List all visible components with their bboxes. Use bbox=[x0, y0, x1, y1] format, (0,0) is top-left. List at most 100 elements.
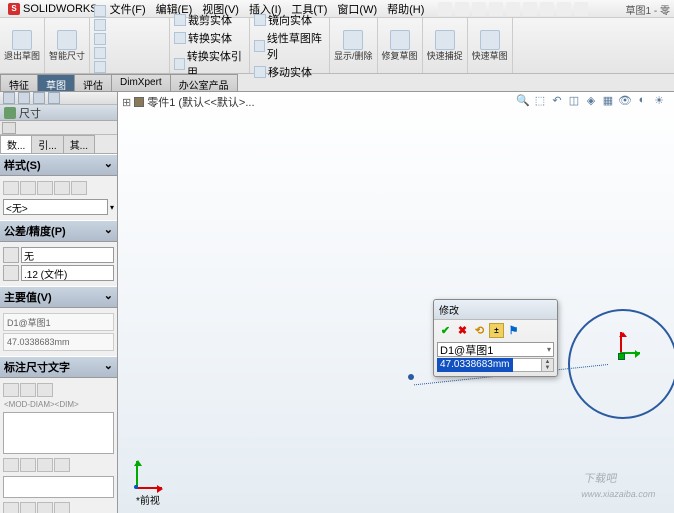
align-btn-1[interactable] bbox=[3, 383, 19, 397]
dim-value-field[interactable]: 47.0338683mm bbox=[3, 333, 114, 351]
pm-config-icon[interactable] bbox=[33, 92, 45, 104]
trim-tool[interactable]: 裁剪实体 bbox=[174, 12, 245, 28]
dropdown-icon[interactable]: ▾ bbox=[547, 345, 551, 354]
circle-tool[interactable] bbox=[94, 33, 165, 45]
prev-view-icon[interactable]: ↶ bbox=[550, 94, 564, 108]
style-btn-1[interactable] bbox=[3, 181, 19, 195]
qa-select-icon[interactable] bbox=[540, 2, 554, 16]
sym-3[interactable] bbox=[37, 458, 53, 472]
align-btn-2[interactable] bbox=[20, 383, 36, 397]
tab-office[interactable]: 办公室产品 bbox=[170, 74, 238, 91]
rect-tool[interactable] bbox=[94, 19, 165, 31]
qa-options-icon[interactable] bbox=[574, 2, 588, 16]
section-view-icon[interactable]: ◫ bbox=[567, 94, 581, 108]
origin-point[interactable] bbox=[618, 353, 625, 360]
section-primary-header[interactable]: 主要值(V)⌄ bbox=[0, 286, 117, 308]
spin-down-icon[interactable]: ▼ bbox=[542, 365, 553, 371]
pm-ok-icon[interactable] bbox=[2, 122, 16, 134]
zoom-area-icon[interactable]: ⬚ bbox=[533, 94, 547, 108]
fmt-4[interactable] bbox=[54, 502, 70, 513]
sym-1[interactable] bbox=[3, 458, 19, 472]
section-tolerance-header[interactable]: 公差/精度(P)⌄ bbox=[0, 220, 117, 242]
graphics-area[interactable]: ⊞ 零件1 (默认<<默认>... 🔍 ⬚ ↶ ◫ ◈ ▦ 👁 ◐ ☀ bbox=[118, 92, 674, 513]
style-btn-5[interactable] bbox=[71, 181, 87, 195]
qa-save-icon[interactable] bbox=[472, 2, 486, 16]
ribbon-exit-sketch[interactable]: 退出草图 bbox=[0, 18, 45, 73]
dimtext-textarea-2[interactable] bbox=[3, 476, 114, 498]
arc-tool[interactable] bbox=[94, 47, 165, 59]
menu-help[interactable]: 帮助(H) bbox=[383, 0, 428, 19]
qa-open-icon[interactable] bbox=[455, 2, 469, 16]
rebuild-button[interactable]: ⟲ bbox=[472, 323, 487, 338]
convert-label: 转换实体 bbox=[188, 30, 232, 46]
qa-print-icon[interactable] bbox=[489, 2, 503, 16]
pm-dim-icon[interactable] bbox=[48, 92, 60, 104]
ribbon-quick-snap[interactable]: 快速捕捉 bbox=[423, 18, 468, 73]
style-btn-4[interactable] bbox=[54, 181, 70, 195]
spline-tool[interactable] bbox=[94, 61, 165, 73]
appearance-icon[interactable]: ◐ bbox=[635, 94, 649, 108]
view-orient-icon[interactable]: ◈ bbox=[584, 94, 598, 108]
modify-title[interactable]: 修改 bbox=[434, 300, 557, 320]
qa-new-icon[interactable] bbox=[438, 2, 452, 16]
tab-sketch[interactable]: 草图 bbox=[37, 74, 75, 91]
ribbon-repair-sketch[interactable]: 修复草图 bbox=[378, 18, 423, 73]
cancel-button[interactable]: ✖ bbox=[455, 323, 470, 338]
view-label: *前视 bbox=[136, 492, 160, 507]
style-btn-3[interactable] bbox=[37, 181, 53, 195]
sym-4[interactable] bbox=[54, 458, 70, 472]
style-btn-2[interactable] bbox=[20, 181, 36, 195]
modify-value-field[interactable]: 47.0338683mm ▲▼ bbox=[437, 358, 554, 372]
subtab-leaders[interactable]: 引... bbox=[31, 135, 63, 153]
align-btn-3[interactable] bbox=[37, 383, 53, 397]
chevron-down-icon: ⌄ bbox=[104, 359, 113, 375]
linear-pattern-tool[interactable]: 线性草图阵列 bbox=[254, 30, 325, 62]
mark-button[interactable]: ⚑ bbox=[506, 323, 521, 338]
ok-button[interactable]: ✔ bbox=[438, 323, 453, 338]
scene-icon[interactable]: ☀ bbox=[652, 94, 666, 108]
qa-undo-icon[interactable] bbox=[506, 2, 520, 16]
subtab-other[interactable]: 其... bbox=[63, 135, 95, 153]
dim-name-field[interactable]: D1@草图1 bbox=[3, 313, 114, 331]
ribbon-rapid-sketch[interactable]: 快速草图 bbox=[468, 18, 513, 73]
line-tool[interactable] bbox=[94, 5, 165, 17]
section-dimtext-header[interactable]: 标注尺寸文字⌄ bbox=[0, 356, 117, 378]
fmt-1[interactable] bbox=[3, 502, 19, 513]
pm-prop-icon[interactable] bbox=[18, 92, 30, 104]
mirror-tool[interactable]: 镜向实体 bbox=[254, 12, 325, 28]
fmt-3[interactable] bbox=[37, 502, 53, 513]
modify-name-field[interactable]: D1@草图1 ▾ bbox=[437, 342, 554, 357]
ribbon-display-delete[interactable]: 显示/删除 bbox=[330, 18, 378, 73]
pm-tree-icon[interactable] bbox=[3, 92, 15, 104]
dimtext-textarea[interactable] bbox=[3, 412, 114, 454]
qa-rebuild-icon[interactable] bbox=[557, 2, 571, 16]
modify-dialog[interactable]: 修改 ✔ ✖ ⟲ ± ⚑ D1@草图1 ▾ 47.0338683mm ▲▼ bbox=[433, 299, 558, 377]
ribbon-smart-dimension[interactable]: 智能尺寸 bbox=[45, 18, 90, 73]
sym-2[interactable] bbox=[20, 458, 36, 472]
zoom-fit-icon[interactable]: 🔍 bbox=[516, 94, 530, 108]
quick-access-toolbar bbox=[438, 2, 588, 16]
tab-dimxpert[interactable]: DimXpert bbox=[111, 74, 171, 91]
reverse-button[interactable]: ± bbox=[489, 323, 504, 338]
tab-evaluate[interactable]: 评估 bbox=[74, 74, 112, 91]
qa-redo-icon[interactable] bbox=[523, 2, 537, 16]
move-tool[interactable]: 移动实体 bbox=[254, 64, 325, 80]
hide-show-icon[interactable]: 👁 bbox=[618, 94, 632, 108]
breadcrumb-text[interactable]: 零件1 (默认<<默认>... bbox=[147, 94, 254, 110]
dim-handle-left[interactable] bbox=[408, 374, 414, 380]
tol-type-combo[interactable]: 无 bbox=[3, 247, 114, 263]
tab-feature[interactable]: 特征 bbox=[0, 74, 38, 91]
menu-window[interactable]: 窗口(W) bbox=[333, 0, 381, 19]
modify-value-rest bbox=[513, 358, 543, 372]
convert-tool[interactable]: 转换实体 bbox=[174, 30, 245, 46]
tol-label: 公差/精度(P) bbox=[4, 223, 66, 239]
section-style-header[interactable]: 样式(S)⌄ bbox=[0, 154, 117, 176]
display-style-icon[interactable]: ▦ bbox=[601, 94, 615, 108]
expand-icon[interactable]: ⊞ bbox=[122, 96, 131, 109]
fmt-2[interactable] bbox=[20, 502, 36, 513]
sketch-circle[interactable] bbox=[568, 309, 674, 419]
tol-precision-combo[interactable]: .12 (文件) bbox=[3, 265, 114, 281]
subtab-value[interactable]: 数... bbox=[0, 135, 32, 153]
modify-value-selected[interactable]: 47.0338683mm bbox=[437, 358, 513, 372]
style-combo[interactable]: <无>▾ bbox=[3, 199, 114, 215]
